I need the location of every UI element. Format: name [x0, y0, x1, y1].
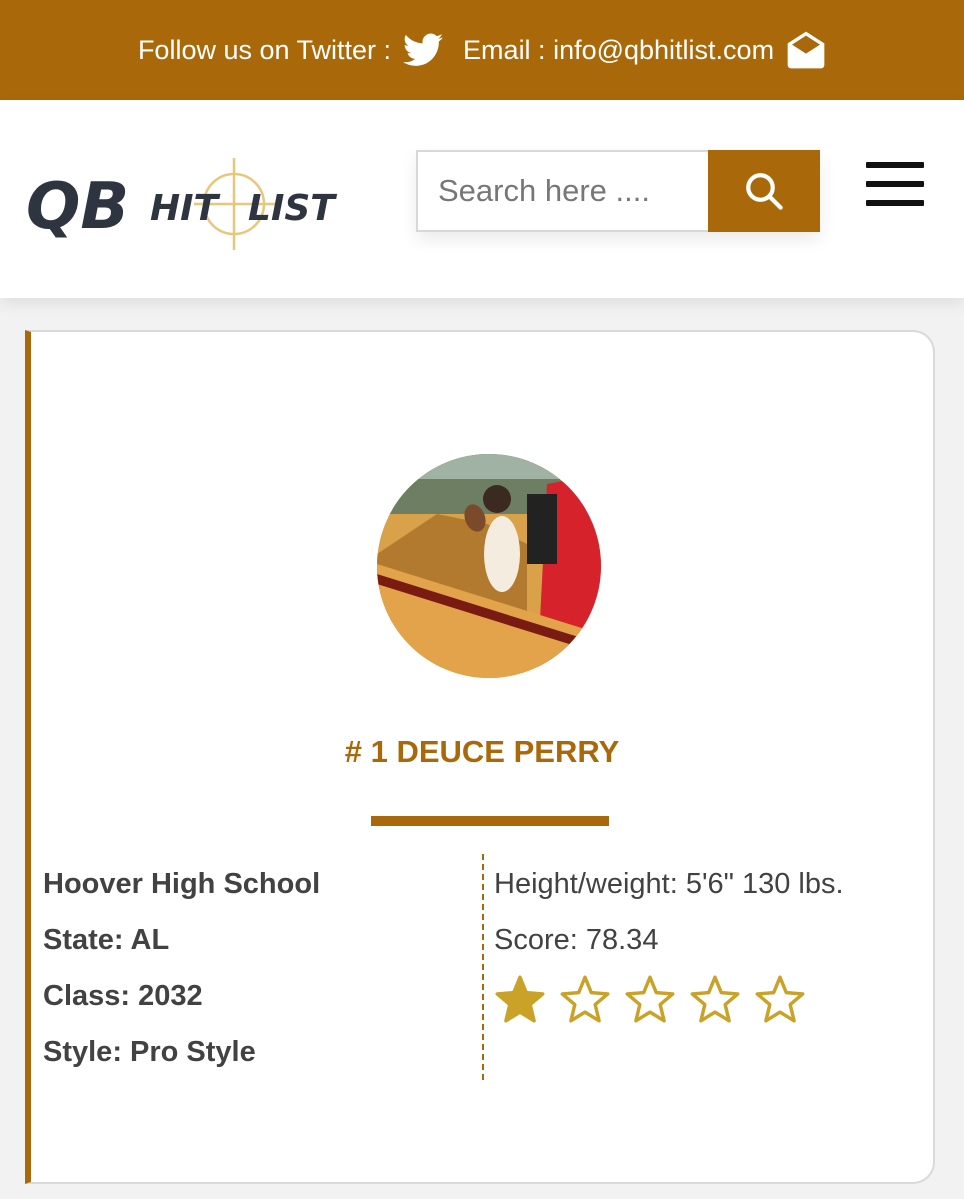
site-header: QB HIT LIST: [0, 100, 964, 298]
player-title: # 1 DEUCE PERRY: [344, 734, 620, 769]
star-empty-icon: [624, 974, 676, 1026]
star-filled-icon: [494, 974, 546, 1026]
title-divider: [371, 816, 609, 826]
player-info-left: Hoover High School State: AL Class: 2032…: [43, 864, 443, 1088]
star-empty-icon: [559, 974, 611, 1026]
player-info-right: Height/weight: 5'6" 130 lbs. Score: 78.3…: [494, 864, 924, 1026]
score-value: Score: 78.34: [494, 924, 659, 956]
svg-text:HIT: HIT: [150, 188, 221, 229]
search-input[interactable]: [416, 150, 708, 232]
svg-text:LIST: LIST: [248, 188, 337, 229]
player-photo: [377, 454, 601, 678]
state-value: State: AL: [43, 924, 170, 956]
twitter-follow[interactable]: Follow us on Twitter :: [137, 33, 444, 67]
star-rating: [494, 974, 924, 1026]
search-button[interactable]: [708, 150, 820, 232]
star-empty-icon: [689, 974, 741, 1026]
column-separator: [482, 854, 484, 1080]
class-value: Class: 2032: [43, 980, 203, 1012]
player-card: # 1 DEUCE PERRY Hoover High School State…: [25, 330, 935, 1184]
search-form: [416, 150, 820, 232]
top-info-bar: Follow us on Twitter : Email : info@qbhi…: [0, 0, 964, 100]
email-text: Email : info@qbhitlist.com: [463, 34, 775, 65]
qb-hit-list-logo[interactable]: QB HIT LIST: [26, 158, 342, 250]
twitter-follow-text: Follow us on Twitter :: [137, 34, 392, 65]
twitter-bird-icon[interactable]: [403, 33, 444, 67]
svg-text:QB: QB: [26, 170, 129, 244]
style-value: Style: Pro Style: [43, 1036, 256, 1068]
hamburger-menu-icon[interactable]: [866, 162, 924, 206]
star-empty-icon: [754, 974, 806, 1026]
envelope-open-icon: [786, 30, 826, 70]
email-contact[interactable]: Email : info@qbhitlist.com: [463, 30, 826, 70]
search-icon: [746, 173, 783, 210]
school-name: Hoover High School: [43, 868, 321, 900]
height-weight: Height/weight: 5'6" 130 lbs.: [494, 868, 844, 900]
